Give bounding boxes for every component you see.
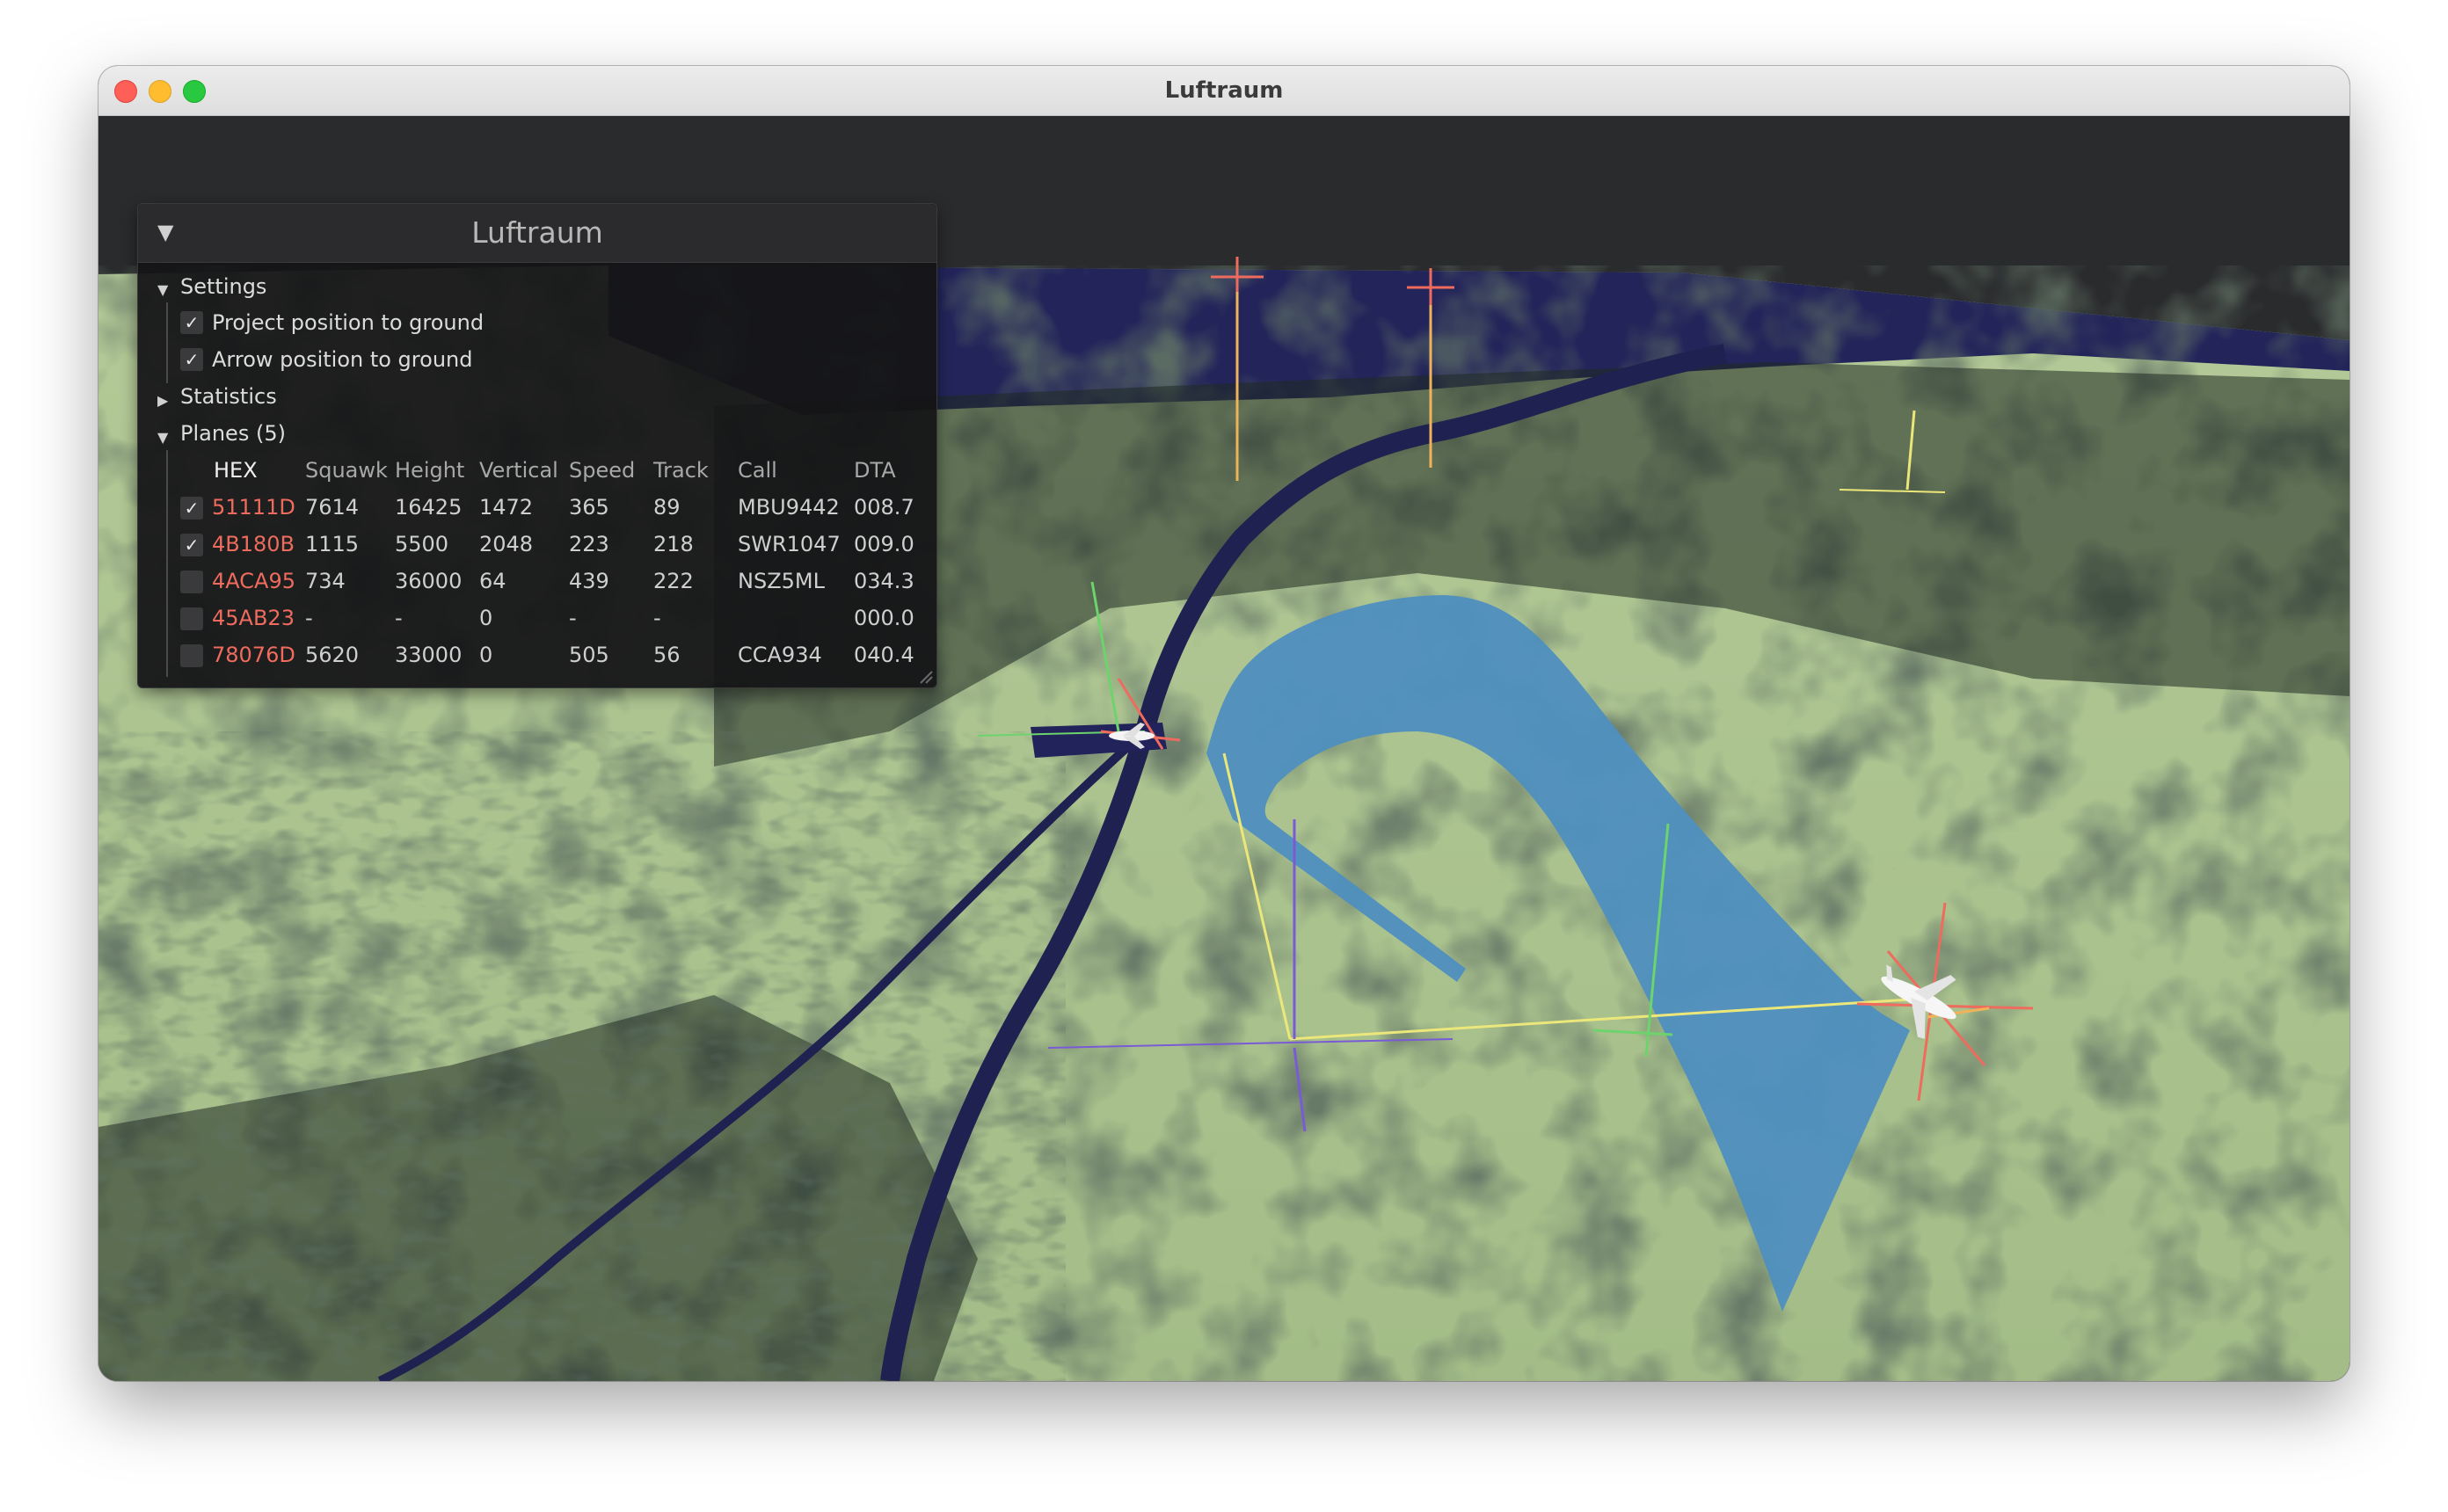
plane-squawk: 7614 xyxy=(305,495,360,520)
column-header-track[interactable]: Track xyxy=(653,458,709,483)
title-bar: Luftraum xyxy=(98,66,2350,116)
plane-dta: 009.0 xyxy=(854,532,914,556)
plane-select-checkbox[interactable]: ✓ xyxy=(180,534,203,556)
settings-tree-node[interactable]: Settings xyxy=(180,274,266,299)
plane-call: NSZ5ML xyxy=(738,569,825,593)
luftraum-panel[interactable]: ▼ Luftraum ▼ Settings ✓ Project position… xyxy=(137,203,937,688)
plane-squawk: 5620 xyxy=(305,643,360,667)
plane-speed: 439 xyxy=(569,569,609,593)
plane-hex[interactable]: 4ACA95 xyxy=(212,569,295,593)
arrow-position-checkbox[interactable]: ✓ xyxy=(180,348,203,371)
column-header-vertical[interactable]: Vertical xyxy=(479,458,558,483)
plane-hex[interactable]: 78076D xyxy=(212,643,295,667)
plane-track: 56 xyxy=(653,643,681,667)
project-position-checkbox[interactable]: ✓ xyxy=(180,311,203,334)
plane-hex[interactable]: 4B180B xyxy=(212,532,295,556)
resize-grip-icon[interactable] xyxy=(917,668,933,684)
column-header-squawk[interactable]: Squawk xyxy=(305,458,388,483)
plane-height: - xyxy=(395,606,403,630)
plane-vertical: 1472 xyxy=(479,495,534,520)
plane-call: SWR1047 xyxy=(738,532,841,556)
plane-select-checkbox[interactable] xyxy=(180,607,203,630)
panel-header[interactable]: ▼ Luftraum xyxy=(138,204,936,263)
planes-tree-node[interactable]: Planes (5) xyxy=(180,421,286,446)
column-header-hex[interactable]: HEX xyxy=(214,458,258,483)
plane-vertical: 64 xyxy=(479,569,506,593)
plane-height: 36000 xyxy=(395,569,463,593)
app-window: Luftraum ▼ Luftraum ▼ Settings ✓ Project… xyxy=(98,66,2350,1381)
plane-squawk: 734 xyxy=(305,569,346,593)
window-title: Luftraum xyxy=(1164,77,1284,104)
plane-track: 218 xyxy=(653,532,694,556)
plane-speed: 505 xyxy=(569,643,609,667)
plane-track: 89 xyxy=(653,495,681,520)
plane-squawk: - xyxy=(305,606,313,630)
tree-expanded-icon[interactable]: ▼ xyxy=(157,281,168,298)
plane-dta: 008.7 xyxy=(854,495,914,520)
plane-height: 5500 xyxy=(395,532,449,556)
column-header-height[interactable]: Height xyxy=(395,458,464,483)
plane-vertical: 0 xyxy=(479,643,493,667)
plane-dta: 034.3 xyxy=(854,569,914,593)
column-header-call[interactable]: Call xyxy=(738,458,777,483)
panel-title: Luftraum xyxy=(471,215,603,250)
plane-select-checkbox[interactable] xyxy=(180,644,203,667)
column-header-dta[interactable]: DTA xyxy=(854,458,896,483)
statistics-tree-node[interactable]: Statistics xyxy=(180,384,277,409)
plane-dta: 040.4 xyxy=(854,643,914,667)
arrow-position-label[interactable]: Arrow position to ground xyxy=(212,347,472,372)
plane-height: 33000 xyxy=(395,643,463,667)
plane-height: 16425 xyxy=(395,495,463,520)
tree-guide xyxy=(166,302,168,383)
tree-guide xyxy=(166,450,168,677)
column-header-speed[interactable]: Speed xyxy=(569,458,635,483)
tree-collapsed-icon[interactable]: ▶ xyxy=(157,392,168,409)
plane-hex[interactable]: 45AB23 xyxy=(212,606,295,630)
plane-speed: 365 xyxy=(569,495,609,520)
tree-expanded-icon[interactable]: ▼ xyxy=(157,429,168,446)
plane-speed: - xyxy=(569,606,577,630)
plane-dta: 000.0 xyxy=(854,606,914,630)
plane-track: 222 xyxy=(653,569,694,593)
plane-call: MBU9442 xyxy=(738,495,840,520)
3d-map-viewport[interactable]: ▼ Luftraum ▼ Settings ✓ Project position… xyxy=(98,116,2350,1381)
plane-track: - xyxy=(653,606,661,630)
plane-squawk: 1115 xyxy=(305,532,360,556)
plane-vertical: 0 xyxy=(479,606,493,630)
project-position-label[interactable]: Project position to ground xyxy=(212,310,484,335)
plane-vertical: 2048 xyxy=(479,532,534,556)
plane-select-checkbox[interactable] xyxy=(180,571,203,593)
plane-select-checkbox[interactable]: ✓ xyxy=(180,497,203,520)
forest-speckle xyxy=(98,731,1066,1381)
plane-hex[interactable]: 51111D xyxy=(212,495,295,520)
plane-speed: 223 xyxy=(569,532,609,556)
plane-call: CCA934 xyxy=(738,643,822,667)
